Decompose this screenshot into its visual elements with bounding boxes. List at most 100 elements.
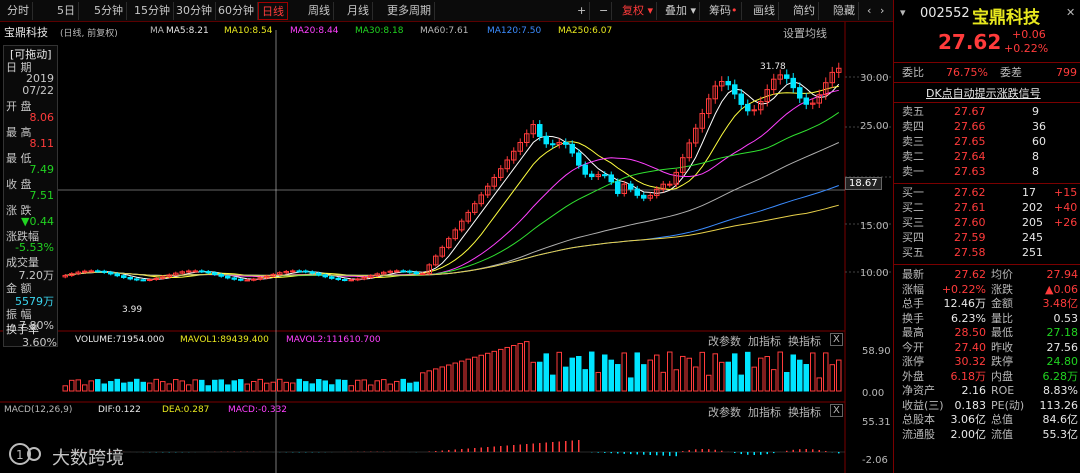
macd-switch-indicator-button[interactable]: 换指标 [788, 404, 821, 420]
zoom-in-button[interactable]: + [574, 2, 591, 20]
period-tab-60min[interactable]: 60分钟 [215, 2, 258, 20]
vol-edit-params-button[interactable]: 改参数 [708, 333, 741, 349]
volume-bar [472, 356, 478, 392]
volume-bar [680, 355, 686, 392]
volume-bar [647, 359, 653, 392]
stat-row: 净资产 2.16 ROE 8.83% [894, 384, 1080, 398]
volume-bar [75, 379, 81, 392]
period-tab-fenshi[interactable]: 分时 [4, 2, 33, 20]
adjust-dropdown[interactable]: 复权 ▾ [619, 2, 658, 20]
volume-bar [147, 382, 153, 392]
stat-value: +0.22% [941, 282, 986, 296]
nav-right-icon[interactable]: › [877, 2, 887, 20]
candle-body [745, 103, 751, 112]
order-book-buy-row[interactable]: 买二 27.61 202 +40 [894, 201, 1080, 215]
macd-value-label: MACD:-0.332 [228, 405, 288, 415]
ma250-value: MA250:6.07 [558, 26, 613, 36]
volume-bar [238, 379, 244, 392]
macd-tick-min: -2.06 [862, 455, 888, 466]
period-tab-5day[interactable]: 5日 [54, 2, 79, 20]
order-book-sell-row[interactable]: 卖五 27.67 9 [894, 105, 1080, 119]
sell-price: 27.66 [954, 120, 986, 133]
macd-close-button[interactable]: X [830, 404, 843, 417]
volume-bar [277, 378, 283, 392]
brand-logo-icon: 1 [9, 443, 41, 465]
period-tab-5min[interactable]: 5分钟 [91, 2, 127, 20]
stat-value: 0.53 [1053, 311, 1079, 325]
buy-level-label: 买四 [902, 231, 924, 244]
period-tab-30min[interactable]: 30分钟 [173, 2, 216, 20]
order-book-buy-row[interactable]: 买一 27.62 17 +15 [894, 186, 1080, 200]
ma120-value: MA120:7.50 [487, 26, 542, 36]
period-tab-15min[interactable]: 15分钟 [131, 2, 174, 20]
simple-button[interactable]: 简约 [790, 2, 819, 20]
ma-settings-button[interactable]: 设置均线 [783, 25, 827, 41]
volume-bar [140, 381, 146, 392]
period-tab-daily[interactable]: 日线 [258, 2, 288, 20]
candle-body [303, 270, 309, 273]
vol-add-indicator-button[interactable]: 加指标 [748, 333, 781, 349]
volume-bar [784, 371, 790, 392]
buy-level-label: 买五 [902, 246, 924, 259]
candle-body [251, 278, 257, 281]
candle-body [641, 194, 647, 199]
more-periods-button[interactable]: 更多周期 [384, 2, 435, 20]
volume-bar [322, 380, 328, 392]
svg-text:1: 1 [16, 448, 24, 462]
period-tab-monthly[interactable]: 月线 [344, 2, 373, 20]
order-book-sell-row[interactable]: 卖四 27.66 36 [894, 120, 1080, 134]
buy-level-label: 买三 [902, 216, 924, 229]
stat-value: 30.32 [954, 355, 987, 368]
volume-bar [537, 361, 543, 392]
volume-bar [374, 380, 380, 392]
turnover-value: 3.60% [22, 336, 57, 349]
macd-add-indicator-button[interactable]: 加指标 [748, 404, 781, 420]
candle-body [420, 273, 426, 276]
order-book-buy-row[interactable]: 买三 27.60 205 +26 [894, 216, 1080, 230]
buy-price: 27.61 [954, 201, 986, 214]
buy-volume: 205 [1022, 216, 1043, 229]
candle-body [543, 135, 549, 145]
hide-button[interactable]: 隐藏 [830, 2, 859, 20]
period-tab-weekly[interactable]: 周线 [305, 2, 334, 20]
change-value: ▼0.44 [21, 215, 54, 228]
bar-info-box[interactable]: [可拖动] 日 期 2019 07/22 开 盘 8.06 最 高 8.11 最… [3, 45, 58, 347]
order-book-sell-row[interactable]: 卖一 27.63 8 [894, 165, 1080, 179]
overlay-dropdown[interactable]: 叠加 ▾ [662, 2, 701, 20]
menu-icon[interactable]: ▾ [900, 6, 906, 19]
volume-bar [719, 361, 725, 392]
sell-level-label: 卖五 [902, 105, 924, 118]
stat-label: 总股本 [902, 413, 935, 426]
buy-volume-change: +40 [1054, 201, 1078, 214]
volume-bar [563, 366, 569, 392]
volume-bar [556, 351, 562, 392]
buy-price: 27.62 [954, 186, 986, 199]
volume-bar [88, 380, 94, 392]
order-book-sell-row[interactable]: 卖三 27.65 60 [894, 135, 1080, 149]
volume-bar [582, 369, 588, 392]
vol-switch-indicator-button[interactable]: 换指标 [788, 333, 821, 349]
volume-bar [810, 352, 816, 392]
buy-price: 27.60 [954, 216, 986, 229]
order-book-buy-row[interactable]: 买五 27.58 251 [894, 246, 1080, 260]
volume-bar [433, 368, 439, 392]
dk-alert-link[interactable]: DK点自动提示涨跌信号 [926, 85, 1041, 101]
stat-value: 27.40 [954, 340, 987, 354]
candle-body [615, 181, 621, 194]
macd-edit-params-button[interactable]: 改参数 [708, 404, 741, 420]
candle-body [192, 270, 198, 273]
draw-button[interactable]: 画线 [750, 2, 779, 20]
close-icon[interactable]: ✕ [1066, 6, 1075, 19]
volume-bar [485, 352, 491, 392]
chips-button[interactable]: 筹码• [706, 2, 742, 20]
zoom-out-button[interactable]: − [596, 2, 613, 20]
price-tick-30: 30.00 [860, 73, 889, 84]
candle-body [218, 273, 224, 277]
nav-left-icon[interactable]: ‹ [864, 2, 874, 20]
order-book-sell-row[interactable]: 卖二 27.64 8 [894, 150, 1080, 164]
volume-bar [95, 379, 101, 392]
order-book-buy-row[interactable]: 买四 27.59 245 [894, 231, 1080, 245]
volume-bar [394, 380, 400, 392]
vol-close-button[interactable]: X [830, 333, 843, 346]
stat-value: 3.48亿 [1042, 297, 1079, 310]
